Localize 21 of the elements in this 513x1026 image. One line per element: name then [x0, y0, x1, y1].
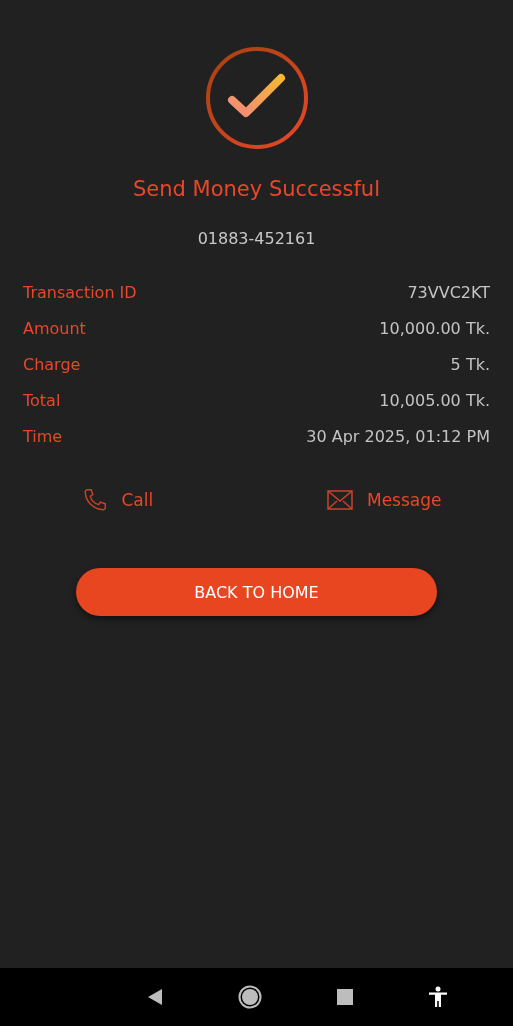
check-circle-icon	[203, 45, 310, 151]
accessibility-icon[interactable]	[427, 986, 448, 1008]
recents-icon[interactable]	[336, 989, 353, 1005]
envelope-icon	[327, 490, 353, 510]
message-link[interactable]: Message	[327, 487, 442, 513]
detail-label: Total	[23, 391, 61, 410]
detail-label: Transaction ID	[23, 283, 137, 302]
detail-value: 5 Tk.	[450, 355, 490, 374]
back-icon[interactable]	[147, 988, 164, 1006]
back-to-home-button[interactable]: BACK TO HOME	[76, 568, 437, 616]
detail-value: 10,000.00 Tk.	[379, 319, 490, 338]
detail-value: 73VVC2KT	[407, 283, 490, 302]
detail-label: Amount	[23, 319, 86, 338]
detail-label: Time	[23, 427, 63, 446]
detail-label: Charge	[23, 355, 81, 374]
phone-number: 01883-452161	[197, 229, 316, 248]
detail-value: 10,005.00 Tk.	[379, 391, 490, 410]
home-icon[interactable]	[238, 985, 263, 1009]
success-title: Send Money Successful	[133, 177, 380, 201]
call-link[interactable]: Call	[81, 487, 154, 513]
detail-value: 30 Apr 2025, 01:12 PM	[306, 427, 490, 446]
